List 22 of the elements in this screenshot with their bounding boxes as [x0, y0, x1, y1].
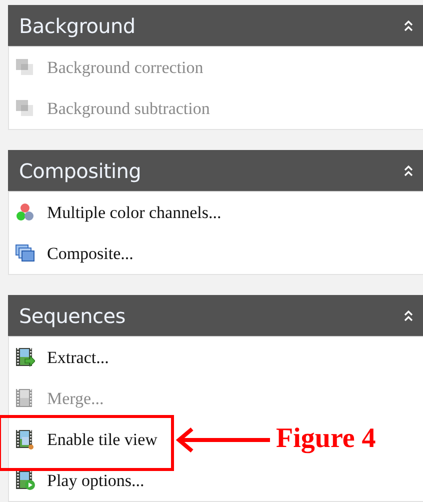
- figure-label: Figure 4: [276, 422, 376, 454]
- menu-item[interactable]: Play options...: [47, 470, 144, 490]
- color-circles-icon: [15, 202, 35, 223]
- panel-title: Background: [19, 14, 136, 38]
- panel-header[interactable]: Sequences: [8, 295, 423, 337]
- layers-icon: [15, 57, 35, 78]
- panel-title: Compositing: [19, 158, 142, 182]
- panel-header[interactable]: Background: [8, 5, 423, 47]
- menu-item[interactable]: Multiple color channels...: [47, 202, 222, 222]
- collapse-icon[interactable]: [404, 310, 413, 322]
- menu-item[interactable]: Enable tile view: [47, 430, 158, 450]
- film-icon: [15, 388, 35, 409]
- stacked-windows-icon: [15, 243, 35, 264]
- panel-title: Sequences: [19, 304, 126, 328]
- menu-item[interactable]: Composite...: [47, 244, 134, 264]
- film-play-icon: [15, 470, 35, 491]
- collapse-icon[interactable]: [404, 20, 413, 32]
- film-icon: [15, 429, 35, 450]
- menu-item[interactable]: Extract...: [47, 348, 109, 368]
- collapse-icon[interactable]: [404, 164, 413, 176]
- layers-icon: [15, 98, 35, 119]
- panel-header[interactable]: Compositing: [8, 150, 423, 192]
